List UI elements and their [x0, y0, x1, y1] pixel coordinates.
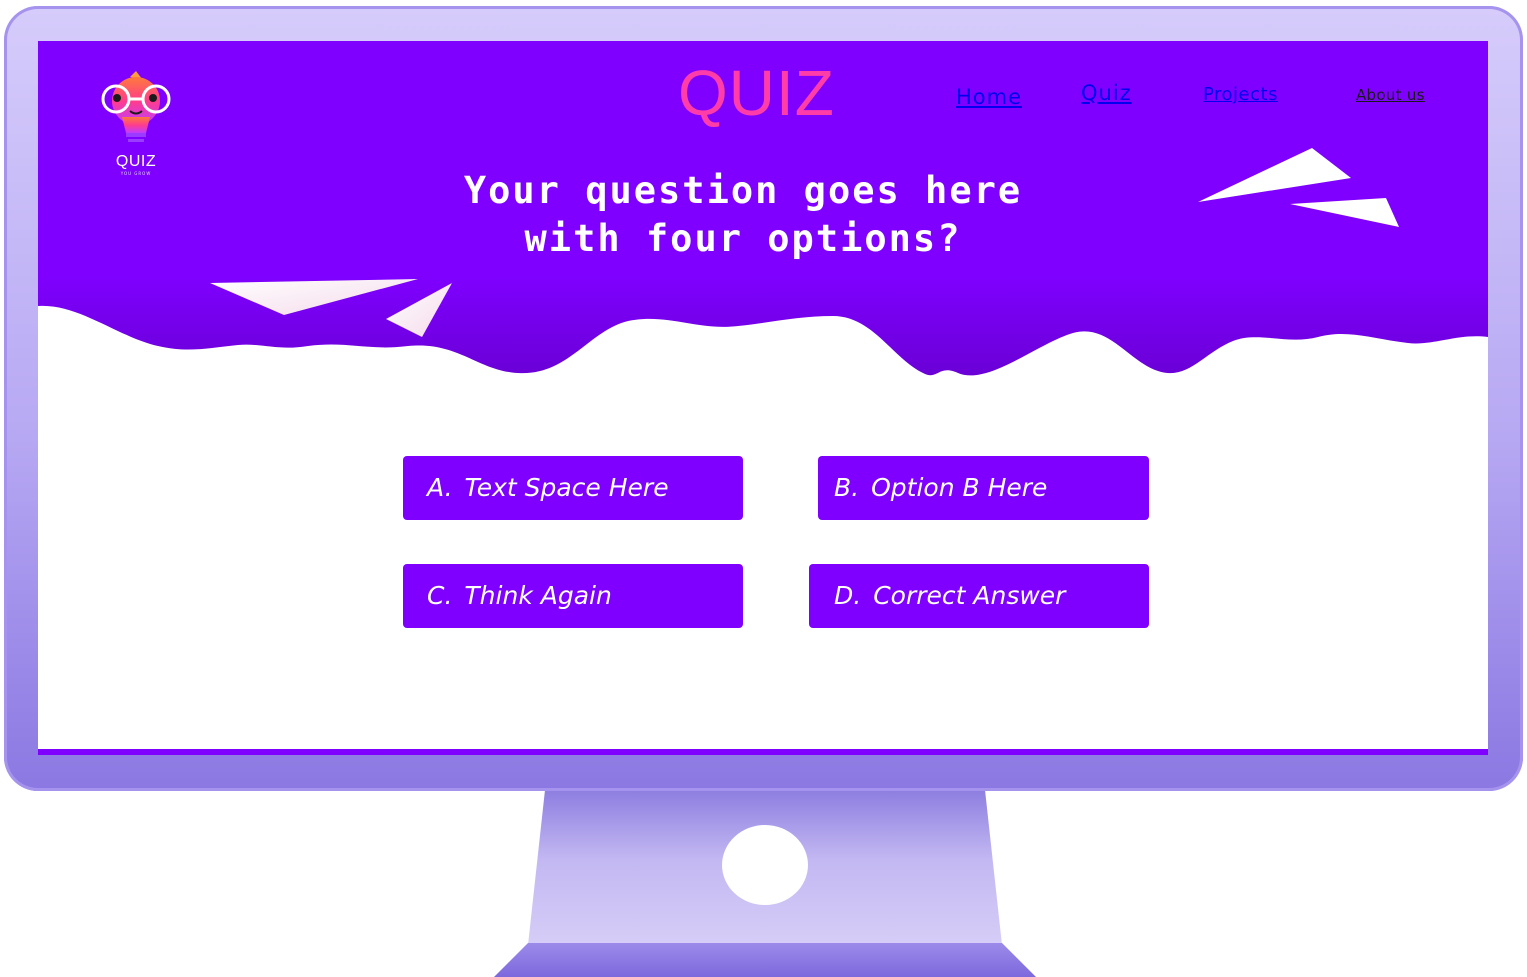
- option-d-button[interactable]: D. Correct Answer: [809, 564, 1149, 628]
- logo-tagline: YOU GROW: [120, 171, 152, 176]
- option-a-button[interactable]: A. Text Space Here: [403, 456, 743, 520]
- question-line-2: with four options?: [524, 217, 962, 260]
- nav-about-link[interactable]: About us: [1356, 86, 1425, 104]
- camera-icon: [722, 825, 808, 905]
- nav-home-link[interactable]: Home: [956, 85, 1022, 109]
- header-wave-background: [38, 41, 1488, 376]
- logo-text: QUIZ: [115, 153, 157, 170]
- nav-quiz-link[interactable]: Quiz: [1081, 81, 1132, 105]
- option-text: Correct Answer: [873, 581, 1066, 610]
- option-c-button[interactable]: C. Think Again: [403, 564, 743, 628]
- screen-bottom-bar: [38, 749, 1488, 755]
- page-title: QUIZ: [678, 57, 835, 129]
- question-text: Your question goes here with four option…: [443, 167, 1043, 263]
- option-letter: B.: [834, 473, 860, 502]
- option-letter: C.: [427, 581, 453, 610]
- nav-projects-link[interactable]: Projects: [1203, 84, 1278, 105]
- option-b-button[interactable]: B. Option B Here: [818, 456, 1149, 520]
- option-letter: A.: [427, 473, 453, 502]
- option-text: Option B Here: [871, 473, 1048, 502]
- option-letter: D.: [834, 581, 862, 610]
- app-screen: QUIZ YOU GROW QUIZ Home Quiz Projects Ab…: [38, 41, 1488, 755]
- logo[interactable]: QUIZ YOU GROW: [90, 71, 182, 176]
- question-line-1: Your question goes here: [463, 169, 1023, 212]
- option-text: Text Space Here: [464, 473, 669, 502]
- option-text: Think Again: [464, 581, 612, 610]
- lightbulb-mascot-icon: [101, 71, 171, 142]
